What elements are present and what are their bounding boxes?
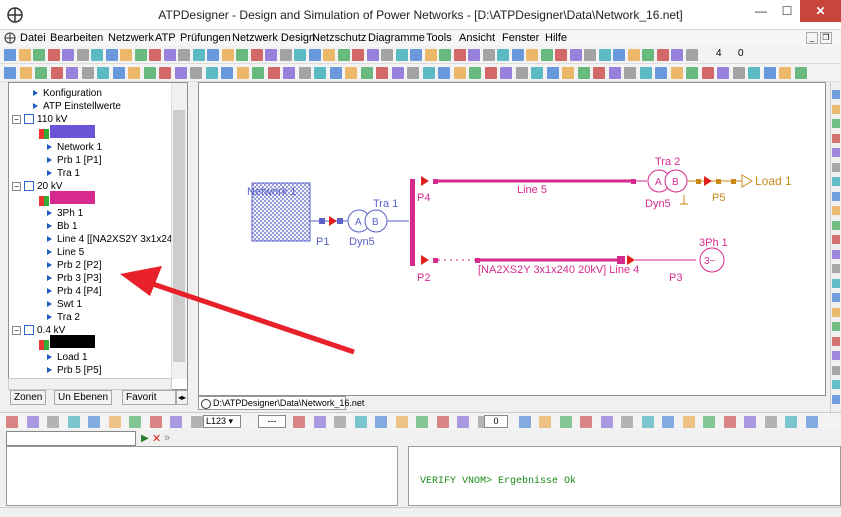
annotation-arrow xyxy=(120,266,355,355)
annotation-arrow-shaft xyxy=(149,280,355,355)
annotation-arrow-head xyxy=(120,266,162,296)
